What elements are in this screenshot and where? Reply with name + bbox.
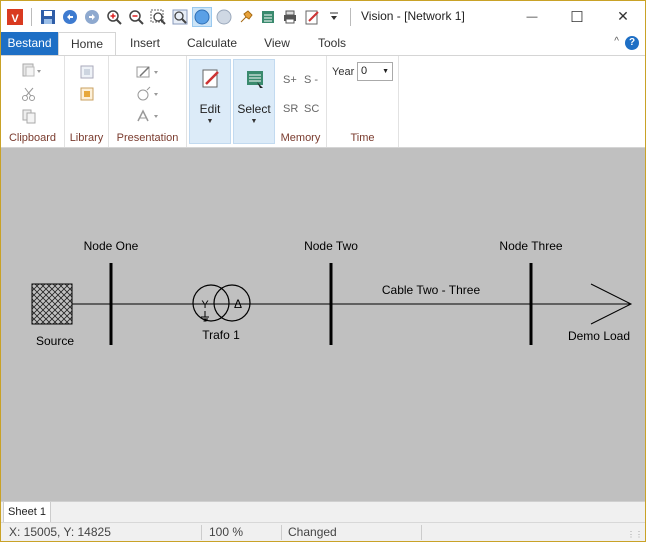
print-icon[interactable] bbox=[280, 7, 300, 27]
group-label-library: Library bbox=[69, 132, 104, 144]
select-mode-icon[interactable] bbox=[192, 7, 212, 27]
chevron-down-icon: ▼ bbox=[382, 68, 389, 75]
title-bar: V Vision - [Network 1] — ☐ ✕ bbox=[1, 1, 645, 32]
svg-text:V: V bbox=[11, 13, 19, 25]
cable-label: Cable Two - Three bbox=[382, 283, 481, 297]
zoom-out-icon[interactable] bbox=[126, 7, 146, 27]
node-one-label: Node One bbox=[84, 239, 139, 253]
zoom-fit-icon[interactable] bbox=[170, 7, 190, 27]
trafo-star-symbol: Y bbox=[201, 299, 209, 311]
select-dropdown-arrow-icon: ▼ bbox=[250, 118, 258, 125]
close-icon: ✕ bbox=[617, 8, 629, 24]
year-select-value: 0 bbox=[361, 65, 368, 77]
tab-tools[interactable]: Tools bbox=[309, 32, 355, 55]
collapse-ribbon-icon[interactable]: ^ bbox=[614, 36, 619, 47]
status-divider bbox=[281, 525, 282, 540]
status-changed: Changed bbox=[288, 525, 337, 539]
qat-separator bbox=[31, 8, 32, 26]
app-logo-icon[interactable]: V bbox=[5, 7, 25, 27]
group-label-clipboard: Clipboard bbox=[8, 132, 57, 144]
tab-insert[interactable]: Insert bbox=[119, 32, 171, 55]
tab-view[interactable]: View bbox=[253, 32, 301, 55]
edit-button-label: Edit bbox=[199, 102, 221, 116]
stack-icon[interactable] bbox=[258, 7, 278, 27]
network-canvas[interactable]: Source Node One Y Δ Trafo 1 Node Two Cab… bbox=[1, 148, 645, 501]
redo-icon[interactable] bbox=[82, 7, 102, 27]
paste-icon[interactable] bbox=[21, 62, 43, 81]
zoom-window-icon[interactable] bbox=[148, 7, 168, 27]
zoom-in-icon[interactable] bbox=[104, 7, 124, 27]
sheet-tab-1[interactable]: Sheet 1 bbox=[3, 502, 51, 523]
maximize-icon: ☐ bbox=[570, 8, 584, 26]
resize-grip-icon[interactable]: ⋮⋮ bbox=[627, 530, 643, 539]
network-diagram[interactable]: Source Node One Y Δ Trafo 1 Node Two Cab… bbox=[1, 148, 645, 501]
year-label: Year bbox=[332, 66, 355, 78]
cut-icon[interactable] bbox=[21, 86, 37, 105]
node-two-label: Node Two bbox=[304, 239, 358, 253]
pen-style-icon[interactable] bbox=[135, 64, 161, 83]
trafo-label: Trafo 1 bbox=[202, 328, 240, 342]
edit-dropdown-arrow-icon: ▼ bbox=[206, 118, 214, 125]
status-zoom: 100 % bbox=[209, 525, 244, 539]
trafo-secondary-winding bbox=[213, 284, 251, 322]
group-label-time: Time bbox=[350, 132, 375, 144]
memory-sc-button[interactable]: SC bbox=[304, 103, 319, 115]
status-divider bbox=[201, 525, 202, 540]
select-button-label: Select bbox=[237, 102, 271, 116]
tab-home[interactable]: Home bbox=[58, 32, 116, 56]
close-button[interactable]: ✕ bbox=[600, 1, 646, 32]
text-style-icon[interactable] bbox=[135, 108, 161, 127]
edit-icon bbox=[201, 68, 221, 93]
pin-icon[interactable] bbox=[236, 7, 256, 27]
status-coordinates: X: 15005, Y: 14825 bbox=[9, 525, 111, 539]
library-open-icon[interactable] bbox=[79, 64, 95, 83]
year-select[interactable]: 0 ▼ bbox=[357, 62, 393, 81]
customize-dropdown-icon[interactable] bbox=[324, 7, 344, 27]
maximize-button[interactable]: ☐ bbox=[554, 1, 600, 32]
memory-s-plus-button[interactable]: S+ bbox=[283, 74, 297, 86]
source-label: Source bbox=[36, 334, 74, 348]
load-label: Demo Load bbox=[568, 329, 630, 343]
group-label-memory: Memory bbox=[280, 132, 321, 144]
group-label-presentation: Presentation bbox=[116, 132, 179, 144]
symbol-style-icon[interactable] bbox=[135, 86, 161, 105]
ribbon: Clipboard Library Presentation Edit ▼ Se… bbox=[1, 55, 645, 148]
group-memory: S+ S - SR SC Memory bbox=[275, 56, 327, 147]
app-window: V Vision - [Network 1] — ☐ ✕ Bestand Hom… bbox=[0, 0, 646, 542]
select-button[interactable]: Select ▼ bbox=[233, 59, 275, 144]
ribbon-tabs: Bestand Home Insert Calculate View Tools… bbox=[1, 32, 645, 56]
node-three-label: Node Three bbox=[499, 239, 562, 253]
minimize-icon: — bbox=[526, 10, 538, 23]
sheet-tab-bar: Sheet 1 bbox=[1, 501, 645, 523]
group-presentation: Presentation bbox=[109, 56, 187, 147]
help-icon[interactable]: ? bbox=[625, 36, 639, 50]
memory-sr-button[interactable]: SR bbox=[283, 103, 298, 115]
qat-separator-2 bbox=[350, 8, 351, 26]
undo-icon[interactable] bbox=[60, 7, 80, 27]
circle-icon[interactable] bbox=[214, 7, 234, 27]
edit-note-icon[interactable] bbox=[302, 7, 322, 27]
tab-bestand[interactable]: Bestand bbox=[1, 32, 58, 55]
minimize-button[interactable]: — bbox=[509, 1, 555, 32]
library-insert-icon[interactable] bbox=[79, 86, 95, 105]
status-bar: X: 15005, Y: 14825 100 % Changed ⋮⋮ bbox=[1, 522, 645, 541]
memory-s-minus-button[interactable]: S - bbox=[304, 74, 318, 86]
source-symbol[interactable] bbox=[31, 283, 73, 325]
quick-access-toolbar: V bbox=[5, 6, 355, 28]
save-icon[interactable] bbox=[38, 7, 58, 27]
trafo-symbol[interactable]: Y Δ bbox=[192, 284, 251, 322]
trafo-primary-winding bbox=[192, 284, 230, 322]
copy-icon[interactable] bbox=[21, 108, 37, 127]
select-icon bbox=[245, 68, 265, 93]
tab-calculate[interactable]: Calculate bbox=[179, 32, 245, 55]
status-divider bbox=[421, 525, 422, 540]
window-title: Vision - [Network 1] bbox=[361, 9, 465, 23]
group-library: Library bbox=[65, 56, 109, 147]
edit-button[interactable]: Edit ▼ bbox=[189, 59, 231, 144]
group-clipboard: Clipboard bbox=[1, 56, 65, 147]
trafo-delta-symbol: Δ bbox=[234, 297, 242, 311]
